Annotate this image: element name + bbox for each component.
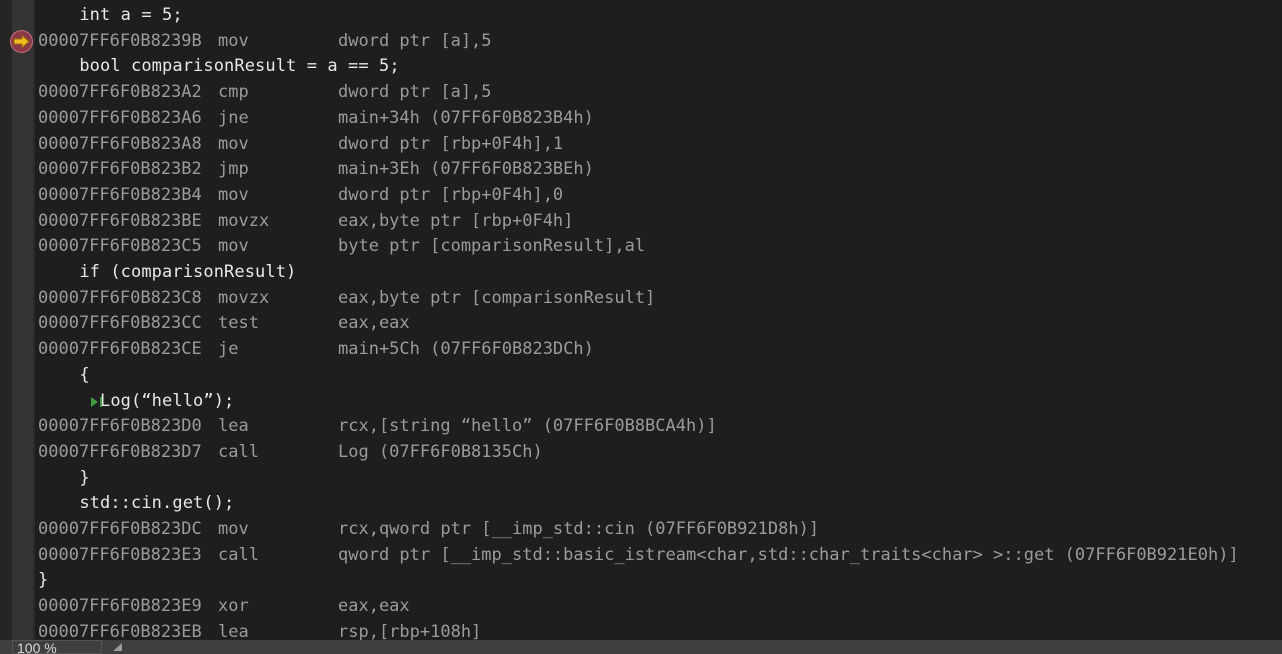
- disassembly-line[interactable]: 00007FF6F0B823B2 jmp main+3Eh (07FF6F0B823…: [0, 157, 1282, 183]
- instruction-operands: dword ptr [rbp+0F4h],0: [338, 184, 564, 205]
- instruction-operands: qword ptr [__imp_std::basic_istream<char…: [338, 544, 1239, 565]
- instruction-address: 00007FF6F0B823BE: [38, 210, 202, 231]
- disassembly-window: int a = 5; 00007FF6F0B8239B mov dword ptr […: [0, 0, 1282, 654]
- instruction-mnemonic: call: [218, 544, 259, 565]
- instruction-mnemonic: xor: [218, 596, 249, 617]
- source-line[interactable]: }: [0, 568, 1282, 594]
- source-line-text: Log(“hello”);: [38, 390, 235, 411]
- instruction-mnemonic: test: [218, 313, 259, 334]
- instruction-operands: rcx,qword ptr [__imp_std::cin (07FF6F0B9…: [338, 519, 820, 539]
- instruction-mnemonic: mov: [218, 133, 249, 154]
- instruction-operands: eax,byte ptr [rbp+0F4h]: [338, 210, 574, 231]
- source-line[interactable]: std::cin.get();: [0, 491, 1282, 517]
- scroll-left-arrow-icon: [113, 643, 122, 651]
- status-bar: [0, 640, 1282, 654]
- zoom-level-label: 100 %: [17, 640, 57, 654]
- instruction-mnemonic: mov: [218, 519, 249, 539]
- disassembly-line[interactable]: 00007FF6F0B823A8 mov dword ptr [rbp+0F4h],…: [0, 132, 1282, 158]
- instruction-address: 00007FF6F0B823C5: [38, 236, 202, 257]
- disassembly-line[interactable]: 00007FF6F0B823C8 movzx eax,byte ptr [compa…: [0, 286, 1282, 312]
- disassembly-line[interactable]: 00007FF6F0B823E9 xor eax,eax: [0, 594, 1282, 620]
- instruction-address: 00007FF6F0B823EB: [38, 621, 202, 640]
- disassembly-line[interactable]: 00007FF6F0B823DC mov rcx,qword ptr [__imp_…: [0, 517, 1282, 543]
- source-line[interactable]: }: [0, 466, 1282, 492]
- instruction-operands: rcx,[string “hello” (07FF6F0B8BCA4h)]: [338, 416, 717, 437]
- instruction-mnemonic: lea: [218, 621, 249, 640]
- instruction-address: 00007FF6F0B823C8: [38, 287, 202, 308]
- disassembly-line[interactable]: 00007FF6F0B823EB lea rsp,[rbp+108h]: [0, 620, 1282, 640]
- source-line-text: }: [38, 467, 90, 488]
- disassembly-line[interactable]: 00007FF6F0B8239B mov dword ptr [a],5: [0, 29, 1282, 55]
- disassembly-line[interactable]: 00007FF6F0B823BE movzx eax,byte ptr [rbp+0…: [0, 209, 1282, 235]
- disassembly-code-area[interactable]: int a = 5; 00007FF6F0B8239B mov dword ptr […: [0, 0, 1282, 640]
- instruction-mnemonic: mov: [218, 184, 249, 205]
- instruction-mnemonic: jmp: [218, 159, 249, 180]
- source-line[interactable]: Log(“hello”);: [0, 389, 1282, 415]
- yellow-arrow-icon: [13, 34, 30, 48]
- instruction-operands: main+34h (07FF6F0B823B4h): [338, 107, 594, 128]
- instruction-mnemonic: movzx: [218, 287, 270, 308]
- instruction-address: 00007FF6F0B823B2: [38, 159, 202, 180]
- instruction-operands: Log (07FF6F0B8135Ch): [338, 441, 543, 462]
- source-line-text: {: [38, 364, 90, 385]
- instruction-operands: dword ptr [rbp+0F4h],1: [338, 133, 564, 154]
- instruction-address: 00007FF6F0B823A8: [38, 133, 202, 154]
- source-line[interactable]: if (comparisonResult): [0, 260, 1282, 286]
- horizontal-scroll-left-button[interactable]: [110, 640, 126, 654]
- instruction-address: 00007FF6F0B823DC: [38, 519, 202, 539]
- instruction-operands: main+3Eh (07FF6F0B823BEh): [338, 159, 594, 180]
- run-to-cursor-icon: [91, 396, 102, 407]
- instruction-mnemonic: call: [218, 441, 259, 462]
- disassembly-line[interactable]: 00007FF6F0B823CE je main+5Ch (07FF6F0B823D…: [0, 337, 1282, 363]
- instruction-address: 00007FF6F0B823CE: [38, 339, 202, 360]
- instruction-address: 00007FF6F0B823A6: [38, 107, 202, 128]
- disassembly-line[interactable]: 00007FF6F0B823B4 mov dword ptr [rbp+0F4h],…: [0, 183, 1282, 209]
- disassembly-line[interactable]: 00007FF6F0B823C5 mov byte ptr [comparisonR…: [0, 234, 1282, 260]
- instruction-mnemonic: lea: [218, 416, 249, 437]
- instruction-operands: eax,eax: [338, 596, 410, 617]
- instruction-operands: rsp,[rbp+108h]: [338, 621, 482, 640]
- instruction-mnemonic: jne: [218, 107, 249, 128]
- instruction-mnemonic: mov: [218, 30, 249, 51]
- instruction-operands: dword ptr [a],5: [338, 30, 492, 51]
- disassembly-line[interactable]: 00007FF6F0B823A2 cmp dword ptr [a],5: [0, 80, 1282, 106]
- source-line-text: if (comparisonResult): [38, 262, 297, 282]
- instruction-operands: eax,byte ptr [comparisonResult]: [338, 287, 656, 308]
- instruction-operands: dword ptr [a],5: [338, 82, 492, 103]
- disassembly-line[interactable]: 00007FF6F0B823D7 call Log (07FF6F0B8135Ch): [0, 440, 1282, 466]
- instruction-address: 00007FF6F0B823E9: [38, 596, 202, 617]
- zoom-level-dropdown[interactable]: 100 %: [12, 640, 102, 654]
- instruction-mnemonic: cmp: [218, 82, 249, 103]
- instruction-mnemonic: je: [218, 339, 239, 360]
- source-line-text: }: [38, 570, 49, 591]
- source-line-text: int a = 5;: [38, 5, 183, 25]
- run-to-cursor-marker[interactable]: [90, 389, 110, 415]
- instruction-address: 00007FF6F0B823B4: [38, 184, 202, 205]
- disassembly-line[interactable]: 00007FF6F0B823E3 call qword ptr [__imp_std…: [0, 543, 1282, 569]
- instruction-mnemonic: mov: [218, 236, 249, 257]
- instruction-operands: eax,eax: [338, 313, 410, 334]
- source-line[interactable]: {: [0, 363, 1282, 389]
- instruction-address: 00007FF6F0B823D0: [38, 416, 202, 437]
- source-line-text: bool comparisonResult = a == 5;: [38, 56, 400, 77]
- current-statement-marker[interactable]: [10, 29, 35, 54]
- source-line[interactable]: bool comparisonResult = a == 5;: [0, 54, 1282, 80]
- disassembly-line[interactable]: 00007FF6F0B823CC test eax,eax: [0, 311, 1282, 337]
- instruction-address: 00007FF6F0B823A2: [38, 82, 202, 103]
- disassembly-line[interactable]: 00007FF6F0B823A6 jne main+34h (07FF6F0B823…: [0, 106, 1282, 132]
- instruction-operands: main+5Ch (07FF6F0B823DCh): [338, 339, 594, 360]
- instruction-address: 00007FF6F0B823E3: [38, 544, 202, 565]
- instruction-mnemonic: movzx: [218, 210, 270, 231]
- source-line-text: std::cin.get();: [38, 493, 235, 514]
- disassembly-line[interactable]: 00007FF6F0B823D0 lea rcx,[string “hello” (…: [0, 414, 1282, 440]
- instruction-operands: byte ptr [comparisonResult],al: [338, 236, 646, 257]
- instruction-address: 00007FF6F0B8239B: [38, 30, 202, 51]
- source-line[interactable]: int a = 5;: [0, 3, 1282, 29]
- instruction-address: 00007FF6F0B823CC: [38, 313, 202, 334]
- instruction-address: 00007FF6F0B823D7: [38, 441, 202, 462]
